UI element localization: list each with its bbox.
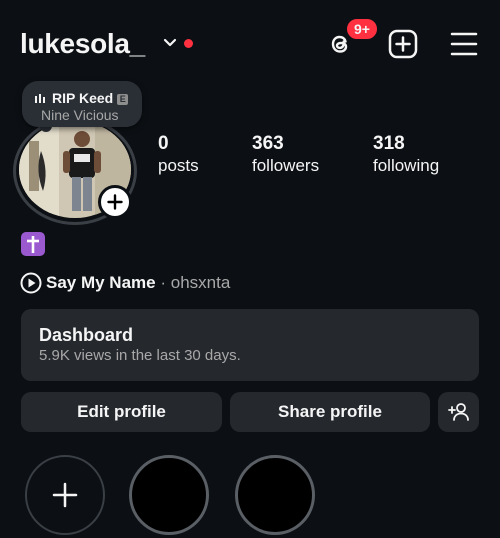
chevron-down-icon[interactable]	[163, 38, 177, 48]
stat-following-label: following	[373, 156, 440, 175]
stat-following[interactable]: 318 following	[373, 133, 439, 177]
edit-profile-button[interactable]: Edit profile	[21, 392, 222, 432]
share-profile-button[interactable]: Share profile	[230, 392, 430, 432]
profile-music-title: Say My Name	[46, 273, 156, 292]
stat-followers[interactable]: 363 followers	[252, 133, 319, 177]
create-icon[interactable]	[387, 28, 419, 60]
add-story-button[interactable]	[98, 185, 132, 219]
stat-following-value: 318	[373, 133, 405, 154]
add-icon	[107, 194, 123, 210]
highlight-item[interactable]	[129, 455, 209, 535]
stat-posts-value: 0	[158, 133, 169, 154]
profile-music-separator: ·	[155, 273, 171, 292]
note-song: RIP Keed E	[35, 89, 129, 107]
profile-music-artist: ohsxnta	[170, 273, 231, 292]
add-user-icon	[447, 403, 469, 421]
dashboard-title: Dashboard	[39, 325, 134, 345]
dashboard-subtitle: 5.9K views in the last 30 days.	[39, 347, 241, 364]
discover-people-button[interactable]	[438, 392, 479, 432]
unread-dot	[184, 39, 193, 48]
note-song-title: RIP Keed	[52, 90, 114, 106]
add-icon	[52, 482, 78, 508]
profile-music[interactable]: Say My Name · ohsxnta	[46, 271, 230, 295]
notification-badge: 9+	[345, 17, 379, 41]
audio-bars-icon	[35, 94, 45, 103]
stat-posts-label: posts	[158, 156, 199, 175]
stat-followers-value: 363	[252, 133, 284, 154]
new-highlight-button[interactable]	[25, 455, 105, 535]
bio-emoji: ✝️	[21, 232, 45, 256]
note-artist: Nine Vicious	[41, 107, 119, 123]
stat-posts[interactable]: 0 posts	[158, 133, 199, 177]
play-icon[interactable]	[20, 272, 42, 294]
profile-username[interactable]: lukesola_	[20, 26, 145, 62]
highlight-item[interactable]	[235, 455, 315, 535]
stat-followers-label: followers	[252, 156, 320, 175]
explicit-badge: E	[117, 94, 129, 105]
menu-icon[interactable]	[450, 30, 478, 58]
